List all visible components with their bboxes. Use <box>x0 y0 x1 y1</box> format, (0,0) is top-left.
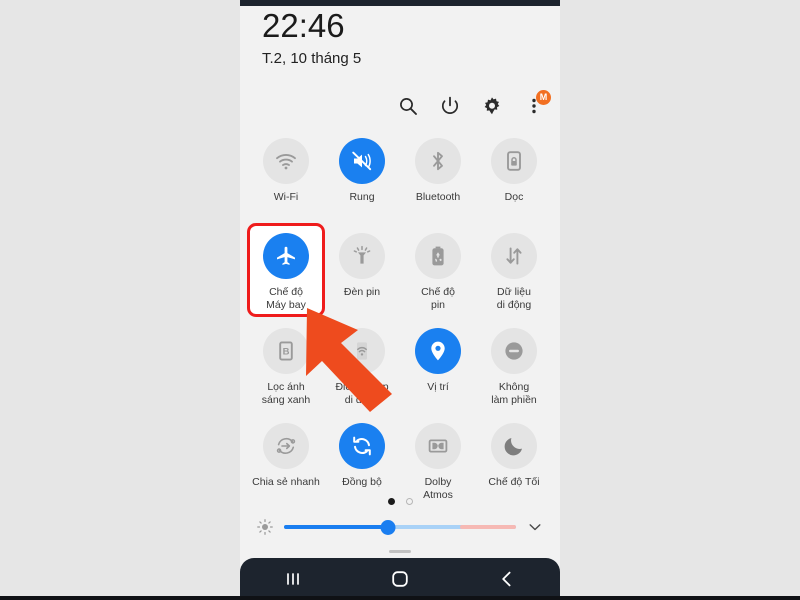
bluetooth-icon <box>433 151 443 171</box>
clock-time: 22:46 <box>262 7 345 44</box>
tile-label: Chế độ Tối <box>488 476 540 488</box>
brightness-icon[interactable] <box>256 518 274 536</box>
back-button[interactable] <box>490 567 524 591</box>
wifi-icon <box>276 154 296 170</box>
tile-rotation-lock[interactable]: Dọc <box>476 138 552 223</box>
tile-label: Không làm phiền <box>491 381 537 406</box>
clock-date: T.2, 10 tháng 5 <box>262 50 362 67</box>
tile-mobile-data[interactable]: Dữ liệu di động <box>476 233 552 318</box>
clock-block: 22:46 T.2, 10 tháng 5 <box>262 8 361 70</box>
hotspot-icon-bg <box>339 328 385 374</box>
tile-label: Rung <box>349 191 375 203</box>
sync-icon-bg <box>339 423 385 469</box>
dnd-icon-bg <box>491 328 537 374</box>
tile-bluetooth[interactable]: Bluetooth <box>400 138 476 223</box>
battery-saver-icon <box>432 246 444 266</box>
location-icon <box>431 341 445 361</box>
flashlight-icon-bg <box>339 233 385 279</box>
wifi-icon-bg <box>263 138 309 184</box>
tile-mobile-hotspot[interactable]: Điểm tr.cập di động <box>324 328 400 413</box>
tile-sync[interactable]: Đồng bộ <box>324 423 400 508</box>
gear-icon[interactable] <box>482 96 502 116</box>
dark-mode-icon-bg <box>491 423 537 469</box>
tile-label: Dữ liệu di động <box>496 286 532 311</box>
tile-location[interactable]: Vị trí <box>400 328 476 413</box>
tile-label: Vị trí <box>427 381 449 393</box>
battery-saver-icon-bg <box>415 233 461 279</box>
header-icon-row: M <box>398 90 551 116</box>
tile-label: Đèn pin <box>343 286 381 298</box>
slider-thumb[interactable] <box>380 520 396 535</box>
flashlight-icon <box>353 245 371 264</box>
tile-blue-light-filter[interactable]: B Lọc ánh sáng xanh <box>248 328 324 413</box>
page-dot-1[interactable] <box>387 498 395 505</box>
tile-dark-mode[interactable]: Chế độ Tối <box>476 423 552 508</box>
svg-text:B: B <box>283 347 290 358</box>
menu-badge: M <box>536 90 551 105</box>
screenshot-canvas: 22:46 T.2, 10 tháng 5 M Wi-Fi Rung Bluet… <box>0 0 800 600</box>
quick-share-icon <box>276 437 296 454</box>
home-button[interactable] <box>383 567 417 591</box>
mobile-data-icon <box>506 247 522 265</box>
page-dot-2[interactable] <box>405 498 413 505</box>
blue-light-icon-bg: B <box>263 328 309 374</box>
tile-label: Chế độ Máy bay <box>266 286 306 311</box>
dnd-icon <box>505 342 523 360</box>
tile-vibrate[interactable]: Rung <box>324 138 400 223</box>
slider-warm-segment <box>460 525 516 529</box>
tile-label: Dọc <box>504 191 524 203</box>
tile-label: Điểm tr.cập di động <box>335 381 389 406</box>
tile-label: Lọc ánh sáng xanh <box>261 381 311 406</box>
brightness-slider[interactable] <box>284 518 516 536</box>
chevron-down-icon[interactable] <box>526 518 544 536</box>
airplane-icon <box>277 246 295 265</box>
power-icon[interactable] <box>440 96 460 116</box>
navigation-bar <box>240 558 560 600</box>
tile-airplane-mode[interactable]: Chế độ Máy bay <box>248 233 324 318</box>
page-indicator <box>240 498 560 505</box>
status-bar-strip <box>240 0 560 6</box>
dark-mode-icon <box>504 438 522 456</box>
tile-label: Chia sẻ nhanh <box>252 476 320 488</box>
vibrate-icon-bg <box>339 138 385 184</box>
panel-drag-handle[interactable] <box>389 550 411 553</box>
image-bottom-strip <box>0 596 800 600</box>
mobile-data-icon-bg <box>491 233 537 279</box>
dolby-icon-bg <box>415 423 461 469</box>
tile-do-not-disturb[interactable]: Không làm phiền <box>476 328 552 413</box>
tile-power-saving[interactable]: Chế độ pin <box>400 233 476 318</box>
tile-label: Đồng bộ <box>342 476 382 488</box>
more-menu-icon[interactable]: M <box>524 90 551 116</box>
slider-fill <box>284 525 389 529</box>
rotation-lock-icon-bg <box>491 138 537 184</box>
blue-light-icon: B <box>279 341 293 361</box>
tile-label: Bluetooth <box>415 191 461 203</box>
dolby-icon <box>428 439 448 453</box>
tile-flashlight[interactable]: Đèn pin <box>324 233 400 318</box>
tile-wifi[interactable]: Wi-Fi <box>248 138 324 223</box>
recents-button[interactable] <box>276 567 310 591</box>
brightness-row <box>240 518 560 536</box>
location-icon-bg <box>415 328 461 374</box>
vibrate-icon <box>352 151 372 171</box>
tile-quick-share[interactable]: Chia sẻ nhanh <box>248 423 324 508</box>
airplane-icon-bg <box>263 233 309 279</box>
quick-share-icon-bg <box>263 423 309 469</box>
sync-icon <box>353 436 371 456</box>
tile-label: Wi-Fi <box>273 191 299 203</box>
tile-dolby-atmos[interactable]: Dolby Atmos <box>400 423 476 508</box>
bluetooth-icon-bg <box>415 138 461 184</box>
tile-label: Chế độ pin <box>421 286 455 311</box>
phone-quick-settings-panel: 22:46 T.2, 10 tháng 5 M Wi-Fi Rung Bluet… <box>240 0 560 600</box>
search-icon[interactable] <box>398 96 418 116</box>
rotation-lock-icon <box>507 151 521 171</box>
hotspot-icon <box>357 342 367 360</box>
quick-settings-grid: Wi-Fi Rung Bluetooth Dọc Chế độ Máy bay … <box>248 138 552 508</box>
